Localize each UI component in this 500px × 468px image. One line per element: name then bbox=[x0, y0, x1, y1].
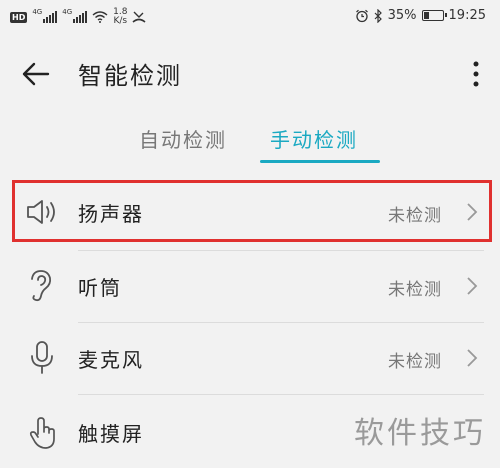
divider bbox=[78, 250, 484, 251]
status-bar: HD 4G 4G 1.8 K/s 35% 19:25 bbox=[0, 0, 500, 34]
list-item-label: 听筒 bbox=[78, 276, 122, 300]
more-options-icon[interactable] bbox=[470, 58, 482, 90]
speed-unit: K/s bbox=[113, 16, 128, 26]
signal-icon bbox=[43, 11, 58, 23]
chevron-right-icon bbox=[467, 203, 478, 221]
list-item-status: 未检测 bbox=[388, 352, 442, 372]
speaker-icon bbox=[27, 200, 55, 224]
back-arrow-icon[interactable] bbox=[20, 58, 52, 90]
page-title: 智能检测 bbox=[78, 62, 182, 90]
microphone-icon bbox=[31, 341, 53, 374]
tab-manual-detect[interactable]: 手动检测 bbox=[270, 124, 358, 153]
network-type-1: 4G bbox=[32, 8, 43, 16]
hd-badge: HD bbox=[10, 11, 28, 23]
network-speed: 1.8 K/s bbox=[113, 8, 127, 26]
active-tab-indicator bbox=[260, 160, 380, 163]
list-item-label: 扬声器 bbox=[78, 202, 144, 226]
divider bbox=[78, 322, 484, 323]
list-item-label: 麦克风 bbox=[78, 348, 144, 372]
clock: 19:25 bbox=[448, 8, 486, 23]
wifi-icon bbox=[92, 11, 108, 23]
ear-icon bbox=[31, 270, 52, 302]
chevron-right-icon bbox=[467, 349, 478, 367]
divider bbox=[78, 394, 484, 395]
bluetooth-icon bbox=[374, 8, 382, 23]
missed-call-icon bbox=[132, 11, 146, 23]
network-type-2: 4G bbox=[62, 8, 73, 16]
list-item-earpiece[interactable]: 听筒 未检测 bbox=[0, 254, 500, 316]
list-item-speaker[interactable]: 扬声器 未检测 bbox=[0, 180, 500, 242]
list-item-status: 未检测 bbox=[388, 206, 442, 226]
list-item-label: 触摸屏 bbox=[78, 422, 144, 446]
alarm-icon bbox=[355, 9, 368, 22]
app-header: 智能检测 bbox=[0, 46, 500, 102]
tab-bar: 自动检测 手动检测 bbox=[0, 118, 500, 168]
status-bar-right: 35% 19:25 bbox=[355, 8, 486, 23]
signal-icon bbox=[73, 11, 88, 23]
status-bar-left: HD 4G 4G 1.8 K/s bbox=[10, 8, 146, 26]
list-item-microphone[interactable]: 麦克风 未检测 bbox=[0, 326, 500, 388]
chevron-right-icon bbox=[467, 277, 478, 295]
touch-icon bbox=[29, 417, 55, 449]
battery-icon bbox=[421, 10, 447, 21]
list-item-status: 未检测 bbox=[388, 280, 442, 300]
watermark: 软件技巧 bbox=[354, 416, 486, 451]
tab-auto-detect[interactable]: 自动检测 bbox=[139, 124, 227, 153]
battery-percent: 35% bbox=[387, 8, 417, 23]
